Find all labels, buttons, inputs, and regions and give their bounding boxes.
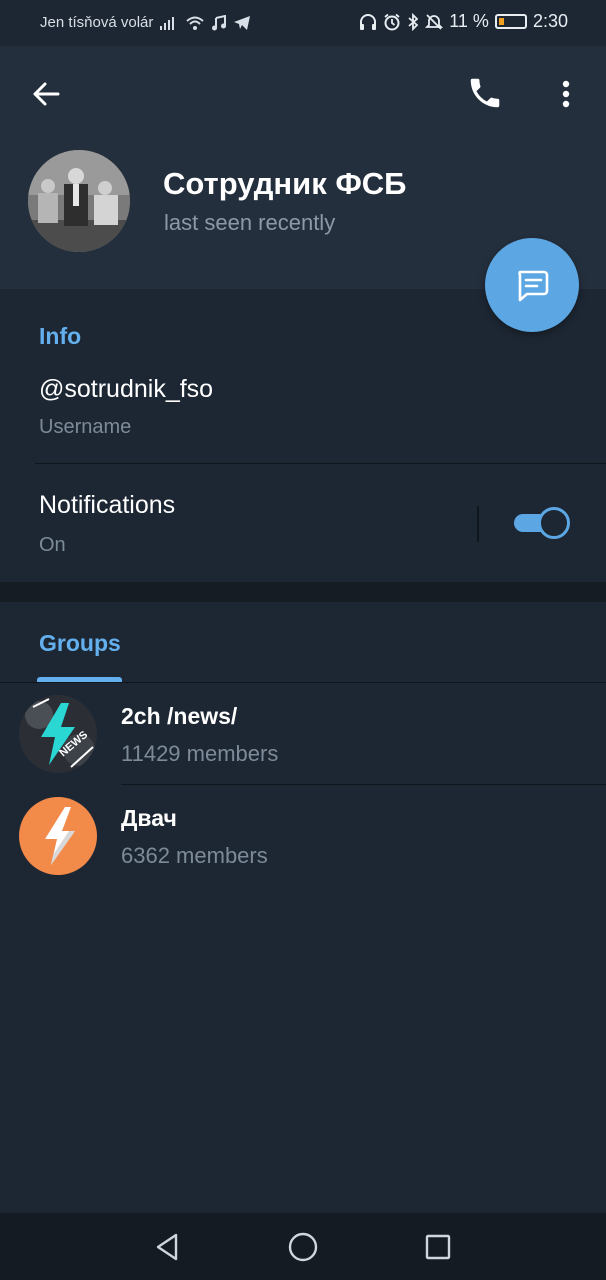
profile-photo [28, 150, 130, 252]
notifications-label: Notifications [39, 491, 176, 519]
system-nav-bar [0, 1213, 606, 1280]
nav-back-icon [156, 1233, 178, 1261]
bluetooth-icon [407, 12, 419, 31]
battery-percent: 11 % [449, 11, 489, 31]
battery-icon [494, 14, 527, 29]
nav-back-button[interactable] [150, 1229, 186, 1265]
phone-icon [470, 78, 500, 108]
clock-time: 2:30 [532, 11, 568, 31]
group-name: 2ch /news/ [121, 703, 238, 729]
toggle-knob [538, 507, 570, 539]
nav-recents-icon [425, 1234, 451, 1260]
status-bar: Jen tísňová volár 11 % 2:30 [0, 0, 606, 46]
section-gap [0, 582, 606, 602]
wifi-icon [185, 15, 205, 31]
send-message-button[interactable] [485, 238, 579, 332]
message-icon [518, 270, 549, 302]
signal-icon [159, 15, 179, 31]
nav-recents-button[interactable] [420, 1229, 456, 1265]
mute-icon [425, 13, 444, 31]
tab-groups[interactable]: Groups [39, 630, 121, 657]
profile-name: Сотрудник ФСБ [163, 166, 407, 201]
username-value: @sotrudnik_fso [39, 375, 214, 403]
status-right: 11 % 2:30 [359, 11, 568, 32]
nav-home-icon [288, 1232, 318, 1262]
nav-home-button[interactable] [285, 1229, 321, 1265]
username-row[interactable]: @sotrudnik_fso Username [0, 359, 606, 463]
alarm-icon [383, 13, 401, 31]
notifications-status: On [39, 534, 66, 556]
more-vertical-icon [562, 80, 570, 108]
group-members: 6362 members [121, 843, 268, 868]
group-row-dvach[interactable]: Двач 6362 members [0, 785, 606, 887]
news-lightning-icon: NEWS [19, 695, 97, 773]
groups-tab-bar: Groups [0, 602, 606, 683]
headphones-icon [359, 13, 377, 31]
group-avatar-dvach [19, 797, 97, 875]
back-arrow-icon [33, 82, 60, 106]
info-section-title: Info [39, 323, 82, 349]
dvach-lightning-icon [19, 797, 97, 875]
username-label: Username [39, 416, 132, 438]
info-section: Info @sotrudnik_fso Username Notificatio… [0, 289, 606, 582]
status-left: Jen tísňová volár [40, 14, 251, 31]
telegram-icon [233, 15, 251, 31]
profile-avatar[interactable] [28, 150, 130, 252]
group-name: Двач [121, 805, 177, 831]
toggle-divider [477, 506, 479, 542]
notifications-toggle[interactable] [512, 505, 572, 539]
more-button[interactable] [552, 76, 580, 112]
profile-last-seen: last seen recently [164, 210, 336, 235]
call-button[interactable] [466, 74, 504, 112]
carrier-text: Jen tísňová volár [40, 14, 154, 31]
music-icon [211, 14, 227, 31]
group-row-2ch-news[interactable]: NEWS 2ch /news/ 11429 members [0, 683, 606, 785]
back-button[interactable] [28, 76, 64, 112]
group-avatar-2ch-news: NEWS [19, 695, 97, 773]
group-members: 11429 members [121, 741, 279, 766]
